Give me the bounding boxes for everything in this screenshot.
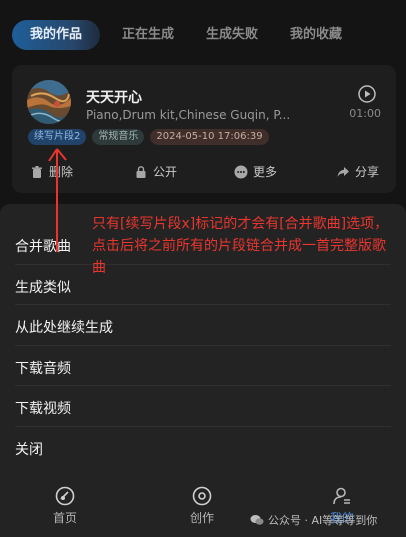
watermark-text: 公众号 · AI等等等到你 [268, 514, 378, 527]
nav-home-label: 首页 [53, 511, 78, 525]
genre-tag: 常规音乐 [92, 129, 145, 145]
song-description: Piano,Drum kit,Chinese Guqin, P... [86, 108, 291, 122]
tab-generating[interactable]: 正在生成 [112, 20, 184, 50]
divider [15, 426, 391, 427]
divider [15, 304, 391, 305]
close-option[interactable]: 关闭 [15, 439, 43, 459]
nav-home[interactable]: 首页 [53, 486, 77, 526]
song-card[interactable]: 天天开心 Piano,Drum kit,Chinese Guqin, P... … [12, 65, 396, 193]
card-actions: 删除 公开 更多 分享 [12, 163, 396, 183]
tab-bar: 我的作品 正在生成 生成失败 我的收藏 [12, 20, 398, 50]
annotation-text: 只有[续写片段x]标记的才会有[合并歌曲]选项，点击后将之前所有的片段链合并成一… [92, 216, 389, 276]
vinyl-icon [192, 486, 212, 506]
lock-icon [136, 165, 146, 178]
tab-my-works[interactable]: 我的作品 [12, 20, 101, 50]
generate-similar-option[interactable]: 生成类似 [15, 277, 71, 297]
delete-button[interactable]: 删除 [30, 163, 73, 180]
delete-label: 删除 [49, 165, 74, 179]
segment-tag: 续写片段2 [28, 129, 87, 145]
user-icon [333, 487, 350, 505]
tab-failed[interactable]: 生成失败 [196, 20, 268, 50]
public-button[interactable]: 公开 [134, 163, 177, 180]
merge-song-option[interactable]: 合并歌曲 [15, 236, 71, 256]
song-duration: 01:00 [349, 107, 381, 120]
trash-icon [32, 165, 42, 178]
continue-from-here-option[interactable]: 从此处继续生成 [15, 317, 113, 337]
divider [15, 385, 391, 386]
wechat-icon [250, 515, 264, 525]
share-icon [337, 166, 349, 177]
nav-create[interactable]: 创作 [190, 486, 214, 526]
download-video-option[interactable]: 下载视频 [15, 398, 71, 418]
screen: 我的作品 正在生成 生成失败 我的收藏 天天开心 Piano,Drum kit,… [0, 0, 406, 537]
timestamp-tag: 2024-05-10 17:06:39 [150, 129, 269, 145]
share-label: 分享 [355, 165, 380, 179]
public-label: 公开 [153, 165, 178, 179]
tab-favorites[interactable]: 我的收藏 [280, 20, 352, 50]
song-title: 天天开心 [86, 90, 142, 106]
song-cover-image[interactable] [27, 80, 71, 124]
song-tags: 续写片段2 常规音乐 2024-05-10 17:06:39 [28, 129, 269, 145]
music-disc-icon [55, 486, 75, 506]
download-audio-option[interactable]: 下载音频 [15, 358, 71, 378]
more-button[interactable]: 更多 [234, 163, 277, 180]
play-icon[interactable] [358, 85, 376, 103]
watermark: 公众号 · AI等等等到你 [250, 512, 377, 528]
nav-create-label: 创作 [190, 511, 215, 525]
more-label: 更多 [253, 165, 278, 179]
divider [15, 345, 391, 346]
more-dots-icon [234, 165, 248, 178]
share-button[interactable]: 分享 [336, 163, 379, 180]
